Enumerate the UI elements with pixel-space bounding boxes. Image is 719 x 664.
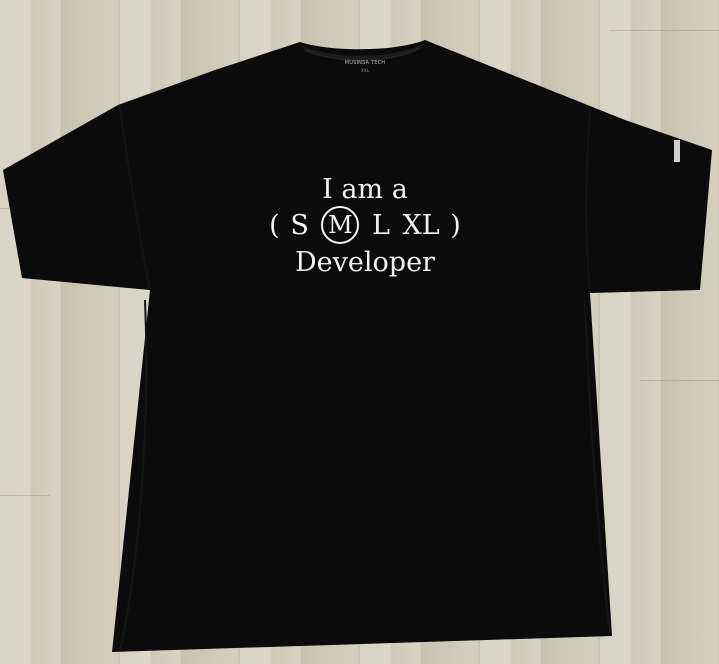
sleeve-tag-icon — [674, 140, 680, 162]
size-xl: XL — [402, 210, 440, 241]
print-line-3: Developer — [295, 247, 435, 278]
neck-label: MUSINSA TECH XXL — [340, 60, 390, 74]
tshirt-body — [3, 40, 712, 652]
shirt-print: I am a ( S M L XL ) Developer — [250, 172, 480, 282]
neck-label-size: XXL — [360, 68, 370, 73]
print-line-1: I am a — [322, 174, 408, 205]
size-m-circled: M — [321, 205, 360, 244]
tshirt — [3, 40, 712, 652]
print-open-paren: ( — [269, 210, 280, 241]
neck-label-brand: MUSINSA TECH — [344, 60, 386, 66]
print-line-2: ( S M L XL ) — [250, 205, 480, 244]
print-close-paren: ) — [450, 210, 461, 241]
size-l: L — [372, 210, 390, 241]
size-s: S — [290, 210, 309, 241]
